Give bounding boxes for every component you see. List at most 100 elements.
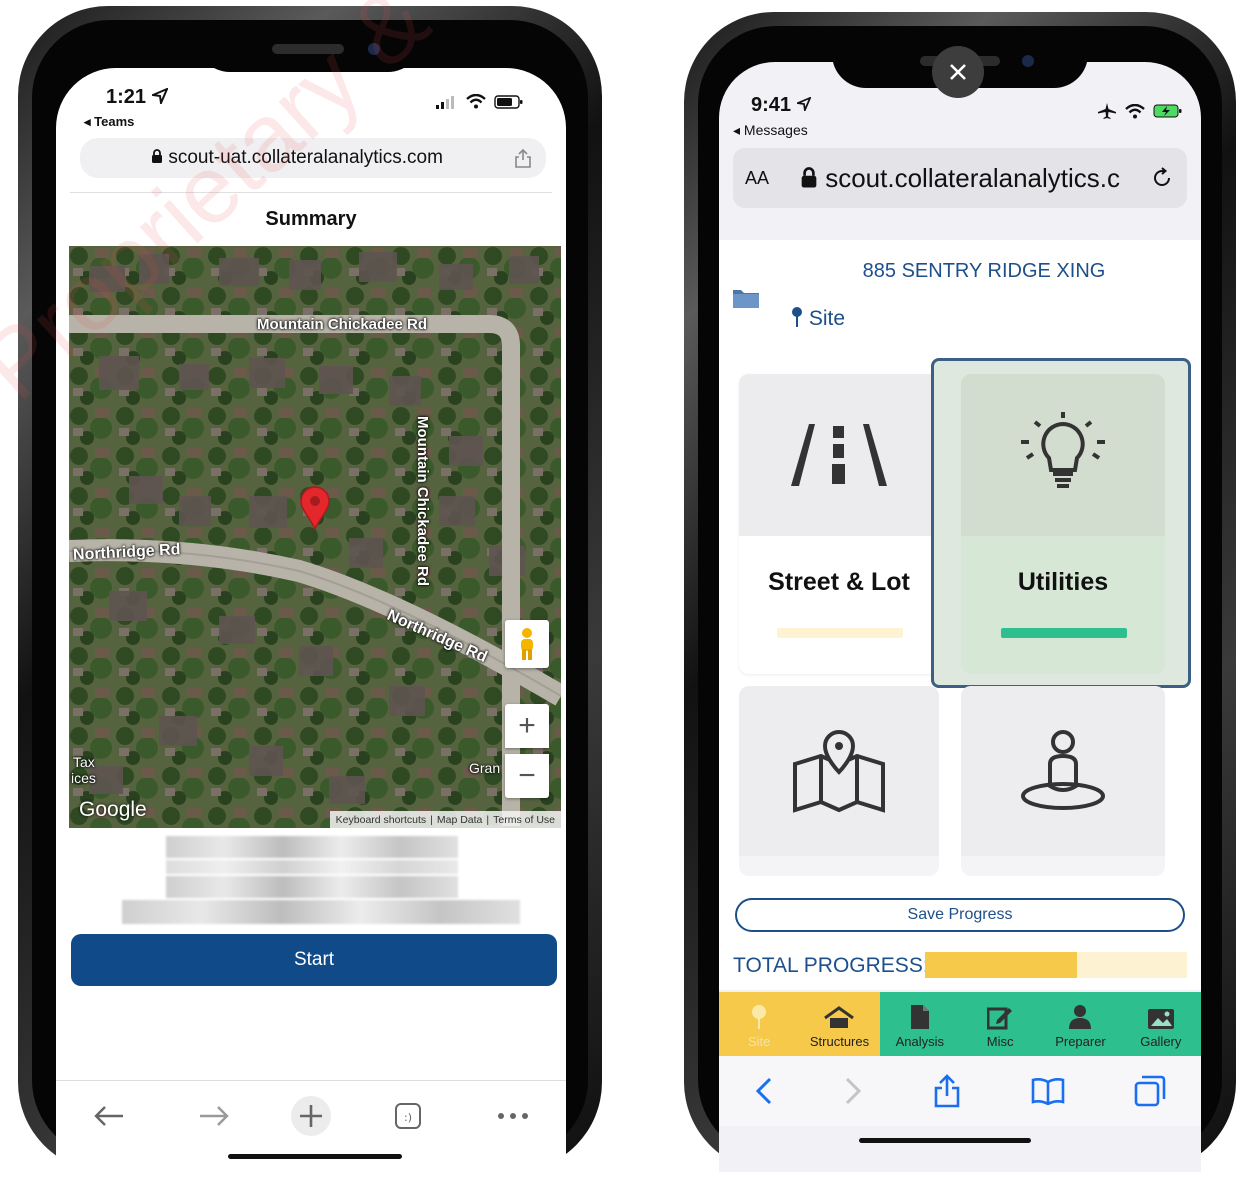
app-tab-bar: Site Structures Analysis Misc Preparer G… [719,992,1201,1056]
right-screen: 9:41 ◂ Messages AA scout.collateralanaly… [719,62,1201,1172]
browser-toolbar: :) [56,1080,566,1151]
person-location-icon [1021,730,1105,810]
location-arrow-icon [794,96,812,114]
battery-icon [494,94,523,109]
person-icon [1069,1005,1092,1029]
close-button[interactable] [932,46,984,98]
lock-icon [152,149,163,163]
tile-progress-bar [1001,628,1127,638]
wifi-icon [466,94,486,109]
close-icon [950,64,966,80]
left-screen: 1:21 ◂ Teams scout-uat.collateralanalyti… [56,68,566,1178]
zoom-out-button[interactable]: − [505,754,549,798]
map-data-link[interactable]: Map Data [437,814,483,826]
total-progress-label: TOTAL PROGRESS: [733,954,929,977]
map-footer: Keyboard shortcuts | Map Data | Terms of U… [329,811,561,828]
road-label: Mountain Chickadee Rd [414,416,431,587]
zoom-in-button[interactable]: + [505,704,549,748]
status-time: 1:21 [106,86,147,108]
satellite-map[interactable]: Mountain Chickadee Rd Mountain Chickadee… [69,246,561,828]
property-address: 885 SENTRY RIDGE XING [862,260,1106,282]
map-pin-icon [793,729,885,813]
arrow-right-icon [199,1106,229,1126]
chevron-left-icon[interactable] [754,1076,774,1106]
address-bar[interactable]: scout-uat.collateralanalytics.com [80,138,546,178]
status-time: 9:41 [751,94,792,116]
google-logo: Google [79,798,147,821]
road-icon [791,424,887,486]
house-icon [824,1006,855,1028]
notch [196,26,422,72]
map-pin-marker[interactable] [299,486,331,530]
tab-site[interactable]: Site [719,992,800,1056]
total-progress-track [925,952,1187,978]
share-icon[interactable] [514,148,532,168]
tab-gallery[interactable]: Gallery [1120,992,1201,1056]
tab-misc[interactable]: Misc [959,992,1041,1056]
lock-icon [801,166,817,188]
map-edge-label: Gran [469,760,501,776]
back-button[interactable] [81,1088,137,1144]
address-bar[interactable]: AA scout.collateralanalytics.c [733,148,1187,208]
text-size-button[interactable]: AA [745,168,769,189]
svg-text::): :) [404,1111,412,1124]
url-text: scout.collateralanalytics.c [825,162,1121,193]
arrow-left-icon [93,1106,123,1126]
ellipsis-icon [498,1113,529,1119]
folder-icon[interactable] [731,284,761,310]
safari-toolbar [719,1056,1201,1126]
tile-street-lot[interactable]: Street & Lot [739,374,939,674]
lightbulb-icon [1021,412,1105,488]
battery-charging-icon [1153,104,1182,118]
location-arrow-icon [148,87,169,107]
road-label: Mountain Chickadee Rd [257,316,428,333]
street-view-button[interactable] [505,620,549,668]
terms-link[interactable]: Terms of Use [493,814,555,826]
tile-progress-track [777,628,903,638]
map-imagery[interactable] [69,246,561,828]
right-phone: 9:41 ◂ Messages AA scout.collateralanaly… [684,12,1236,1172]
home-indicator [228,1154,402,1159]
tile-person[interactable] [961,686,1165,876]
forward-button[interactable] [186,1088,242,1144]
chevron-right-icon[interactable] [843,1076,863,1106]
bookmarks-icon[interactable] [1031,1077,1065,1105]
back-to-app[interactable]: ◂ Messages [733,122,808,139]
reload-icon[interactable] [1151,167,1173,189]
tile-label: Street & Lot [768,568,910,596]
tile-label: Utilities [1017,568,1109,596]
share-icon[interactable] [933,1074,961,1108]
redacted-text [166,876,458,898]
save-progress-button[interactable]: Save Progress [735,898,1185,932]
tab-preparer[interactable]: Preparer [1040,992,1121,1056]
tabs-button[interactable]: :) [380,1088,436,1144]
tab-structures[interactable]: Structures [799,992,880,1056]
document-icon [910,1005,929,1029]
plus-icon [299,1105,322,1127]
start-button[interactable]: Start [71,934,557,986]
edit-icon [987,1007,1013,1030]
section-label: Site [791,306,845,331]
pegman-icon [521,628,533,660]
divider [70,192,552,193]
airplane-icon [1098,103,1116,119]
back-to-app[interactable]: ◂ Teams [84,114,134,130]
total-progress-fill [925,952,1077,978]
redacted-text [166,836,458,858]
image-icon [1147,1009,1174,1029]
home-indicator [859,1138,1031,1143]
tile-map[interactable] [739,686,939,876]
redacted-text [122,900,520,924]
more-button[interactable] [485,1088,541,1144]
tab-analysis[interactable]: Analysis [879,992,960,1056]
url-text: scout-uat.collateralanalytics.com [168,147,443,168]
tabs-icon[interactable] [1134,1075,1166,1107]
tile-utilities[interactable]: Utilities [961,374,1165,674]
map-edge-label: ices [71,770,96,786]
left-phone: 1:21 ◂ Teams scout-uat.collateralanalyti… [18,6,602,1178]
new-tab-button[interactable] [290,1096,331,1136]
keyboard-shortcuts-link[interactable]: Keyboard shortcuts [336,814,426,826]
pin-icon [752,1005,767,1029]
app-content: 885 SENTRY RIDGE XING Site Street & Lot [719,240,1201,990]
wifi-icon [1125,103,1145,118]
